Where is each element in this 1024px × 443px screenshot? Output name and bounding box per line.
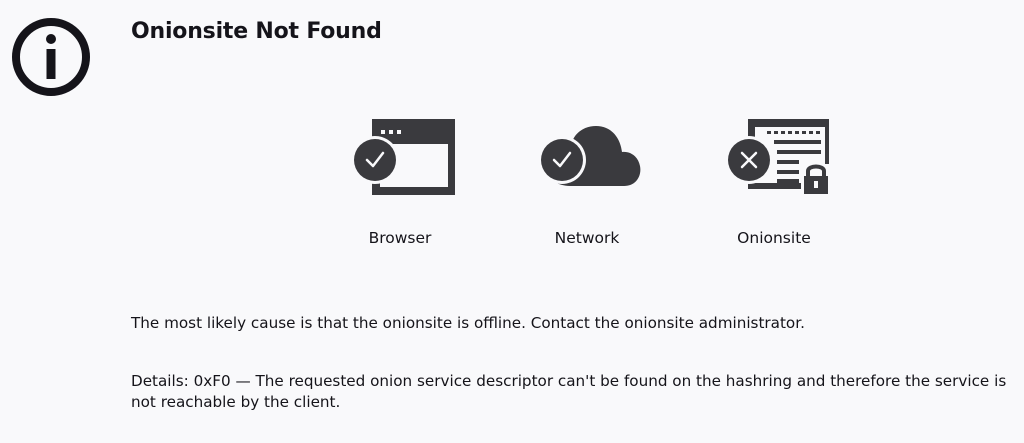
status-network: Network [517, 118, 657, 248]
details-message: Details: 0xF0 — The requested onion serv… [131, 372, 1007, 411]
cause-message: The most likely cause is that the onions… [131, 314, 805, 332]
browser-window-icon [351, 119, 455, 195]
error-page: Onionsite Not Found Browser Network Onio… [0, 0, 1024, 443]
status-label-onionsite: Onionsite [737, 229, 811, 247]
status-onionsite: Onionsite [704, 118, 844, 248]
page-title: Onionsite Not Found [131, 19, 382, 44]
onionsite-icon [725, 119, 829, 196]
cloud-icon [538, 126, 641, 186]
status-label-network: Network [554, 229, 620, 247]
info-icon [12, 18, 90, 96]
status-label-browser: Browser [368, 229, 432, 247]
status-browser: Browser [330, 118, 470, 248]
